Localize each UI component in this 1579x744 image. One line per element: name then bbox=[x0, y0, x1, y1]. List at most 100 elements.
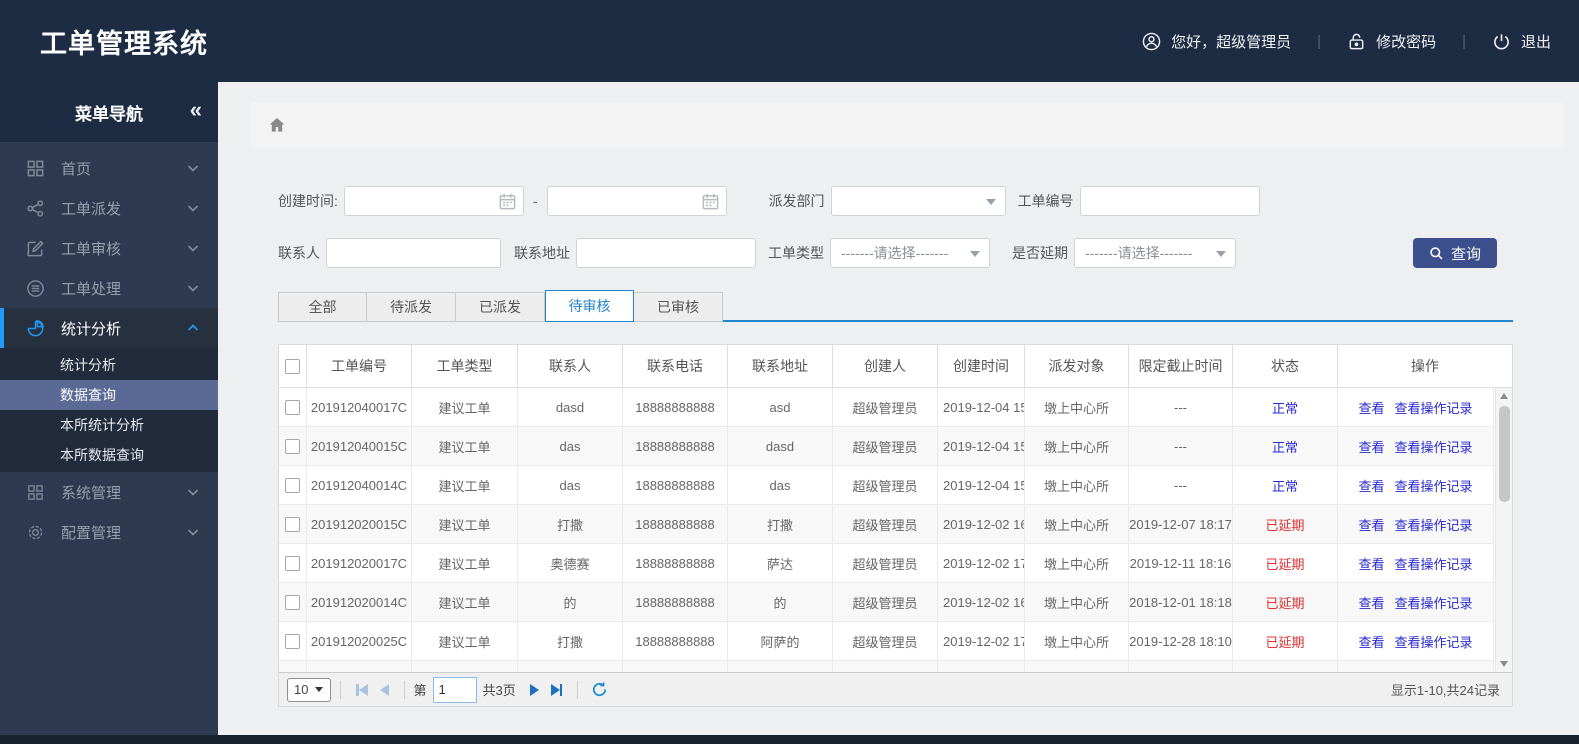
cell-target: 墩上中心所 bbox=[1025, 388, 1129, 426]
calendar-icon[interactable] bbox=[701, 192, 720, 211]
sidebar-item-review[interactable]: 工单审核 bbox=[0, 228, 218, 268]
tab-待派发[interactable]: 待派发 bbox=[367, 292, 456, 322]
cell-deadline: 2019-12-28 18:10 bbox=[1129, 622, 1233, 660]
row-checkbox[interactable] bbox=[285, 477, 300, 493]
cell-order_no: 201912040014C bbox=[307, 466, 412, 504]
home-icon[interactable] bbox=[268, 116, 286, 134]
select-all-checkbox[interactable] bbox=[285, 358, 300, 374]
logout-button[interactable]: 退出 bbox=[1492, 31, 1551, 52]
view-link[interactable]: 查看 bbox=[1358, 476, 1384, 495]
dispatch-dept-select[interactable] bbox=[830, 186, 1006, 216]
cell-address bbox=[728, 661, 833, 672]
view-log-link[interactable]: 查看操作记录 bbox=[1395, 476, 1473, 495]
cell-status: 已延期 bbox=[1233, 622, 1338, 660]
prev-page-button[interactable] bbox=[379, 683, 389, 696]
created-time-end-input[interactable] bbox=[546, 186, 727, 216]
row-checkbox[interactable] bbox=[285, 399, 300, 415]
pager-separator bbox=[577, 680, 579, 699]
tab-已派发[interactable]: 已派发 bbox=[456, 292, 545, 322]
cell-order_no: 201912020014C bbox=[307, 583, 412, 621]
row-checkbox-cell bbox=[279, 388, 307, 426]
scroll-down-icon[interactable] bbox=[1496, 656, 1513, 672]
calendar-icon[interactable] bbox=[498, 192, 517, 211]
contact-input[interactable] bbox=[326, 238, 501, 268]
order-type-placeholder: -------请选择------- bbox=[841, 245, 949, 261]
view-log-link[interactable]: 查看操作记录 bbox=[1395, 437, 1473, 456]
cell-target: 墩上中心所 bbox=[1025, 622, 1129, 660]
view-log-link[interactable]: 查看操作记录 bbox=[1395, 554, 1473, 573]
chevron-up-icon bbox=[186, 321, 200, 335]
page-number-input[interactable]: 1 bbox=[432, 676, 477, 703]
sidebar-item-statistics[interactable]: 统计分析 bbox=[0, 308, 218, 348]
cell-order_no: 201912040017C bbox=[307, 388, 412, 426]
chevron-down-icon bbox=[186, 161, 200, 175]
last-page-button[interactable] bbox=[550, 683, 563, 696]
cell-deadline: 2019-12-07 18:17 bbox=[1129, 505, 1233, 543]
cell-created: 2019-12-02 17 bbox=[938, 622, 1025, 660]
cell-order_no: 201912020015C bbox=[307, 505, 412, 543]
order-no-input[interactable] bbox=[1079, 186, 1260, 216]
cell-address: 打撒 bbox=[728, 505, 833, 543]
sidebar-item-process[interactable]: 工单处理 bbox=[0, 268, 218, 308]
change-password-button[interactable]: 修改密码 bbox=[1347, 31, 1436, 52]
sidebar-item-home[interactable]: 首页 bbox=[0, 148, 218, 188]
table-row: 201912040015C 建议工单 das 18888888888 dasd 超级管理员… bbox=[279, 427, 1494, 466]
cell-phone: 18888888888 bbox=[623, 388, 728, 426]
submenu-item-数据查询[interactable]: 数据查询 bbox=[0, 380, 218, 410]
cell-type: 建议工单 bbox=[412, 466, 518, 504]
row-checkbox-cell bbox=[279, 466, 307, 504]
view-link[interactable]: 查看 bbox=[1358, 632, 1384, 651]
row-checkbox[interactable] bbox=[285, 594, 300, 610]
row-checkbox[interactable] bbox=[285, 555, 300, 571]
view-log-link[interactable]: 查看操作记录 bbox=[1395, 632, 1473, 651]
sidebar-item-label: 统计分析 bbox=[61, 320, 122, 338]
tab-全部[interactable]: 全部 bbox=[278, 292, 367, 322]
search-button[interactable]: 查询 bbox=[1412, 238, 1497, 268]
first-page-button[interactable] bbox=[356, 683, 368, 696]
sidebar-item-label: 配置管理 bbox=[61, 524, 122, 542]
cell-type: 建议工单 bbox=[412, 622, 518, 660]
submenu-item-本所数据查询[interactable]: 本所数据查询 bbox=[0, 440, 218, 470]
created-time-start-input[interactable] bbox=[343, 186, 524, 216]
main-content: 创建时间: - 派发部门 工单编号 联系人 联系地址 工单类型 -------请… bbox=[218, 82, 1579, 735]
tab-待审核[interactable]: 待审核 bbox=[545, 290, 634, 322]
sidebar-item-config[interactable]: 配置管理 bbox=[0, 512, 218, 552]
view-link[interactable]: 查看 bbox=[1358, 593, 1384, 612]
submenu-item-统计分析[interactable]: 统计分析 bbox=[0, 350, 218, 380]
table-row: 201912020014C 建议工单的 18888888888 的超级管理员 2019-… bbox=[279, 583, 1494, 622]
view-log-link[interactable]: 查看操作记录 bbox=[1395, 398, 1473, 417]
row-checkbox[interactable] bbox=[285, 438, 300, 454]
cell-deadline: --- bbox=[1129, 466, 1233, 504]
view-log-link[interactable]: 查看操作记录 bbox=[1395, 515, 1473, 534]
user-greeting[interactable]: 您好，超级管理员 bbox=[1142, 31, 1291, 52]
view-link[interactable]: 查看 bbox=[1358, 515, 1384, 534]
sidebar-header: 菜单导航 « bbox=[0, 82, 218, 142]
view-log-link[interactable]: 查看操作记录 bbox=[1395, 593, 1473, 612]
page-size-select[interactable]: 10 bbox=[287, 677, 331, 702]
tab-已审核[interactable]: 已审核 bbox=[634, 292, 723, 322]
view-link[interactable]: 查看 bbox=[1358, 437, 1384, 456]
cell-creator: 超级管理员 bbox=[833, 583, 938, 621]
cell-actions: 查看 查看操作记录 bbox=[1338, 427, 1494, 465]
address-input[interactable] bbox=[576, 238, 756, 268]
sidebar-item-system[interactable]: 系统管理 bbox=[0, 472, 218, 512]
scroll-up-icon[interactable] bbox=[1496, 388, 1513, 404]
refresh-icon[interactable] bbox=[591, 681, 608, 698]
cell-created: 2019-12-02 17 bbox=[938, 544, 1025, 582]
row-checkbox[interactable] bbox=[285, 516, 300, 532]
submenu-item-本所统计分析[interactable]: 本所统计分析 bbox=[0, 410, 218, 440]
view-link[interactable]: 查看 bbox=[1358, 398, 1384, 417]
order-type-select[interactable]: -------请选择------- bbox=[830, 238, 990, 268]
vertical-scrollbar[interactable] bbox=[1495, 388, 1512, 672]
delay-select[interactable]: -------请选择------- bbox=[1074, 238, 1236, 268]
caret-down-icon bbox=[970, 251, 980, 257]
power-icon bbox=[1492, 32, 1511, 51]
view-link[interactable]: 查看 bbox=[1358, 554, 1384, 573]
next-page-button[interactable] bbox=[529, 683, 539, 696]
collapse-sidebar-icon[interactable]: « bbox=[190, 97, 202, 123]
scrollbar-thumb[interactable] bbox=[1498, 406, 1510, 502]
row-checkbox[interactable] bbox=[285, 633, 300, 649]
sidebar-item-dispatch[interactable]: 工单派发 bbox=[0, 188, 218, 228]
edit-icon bbox=[26, 239, 45, 258]
cell-actions: 查看 查看操作记录 bbox=[1338, 505, 1494, 543]
